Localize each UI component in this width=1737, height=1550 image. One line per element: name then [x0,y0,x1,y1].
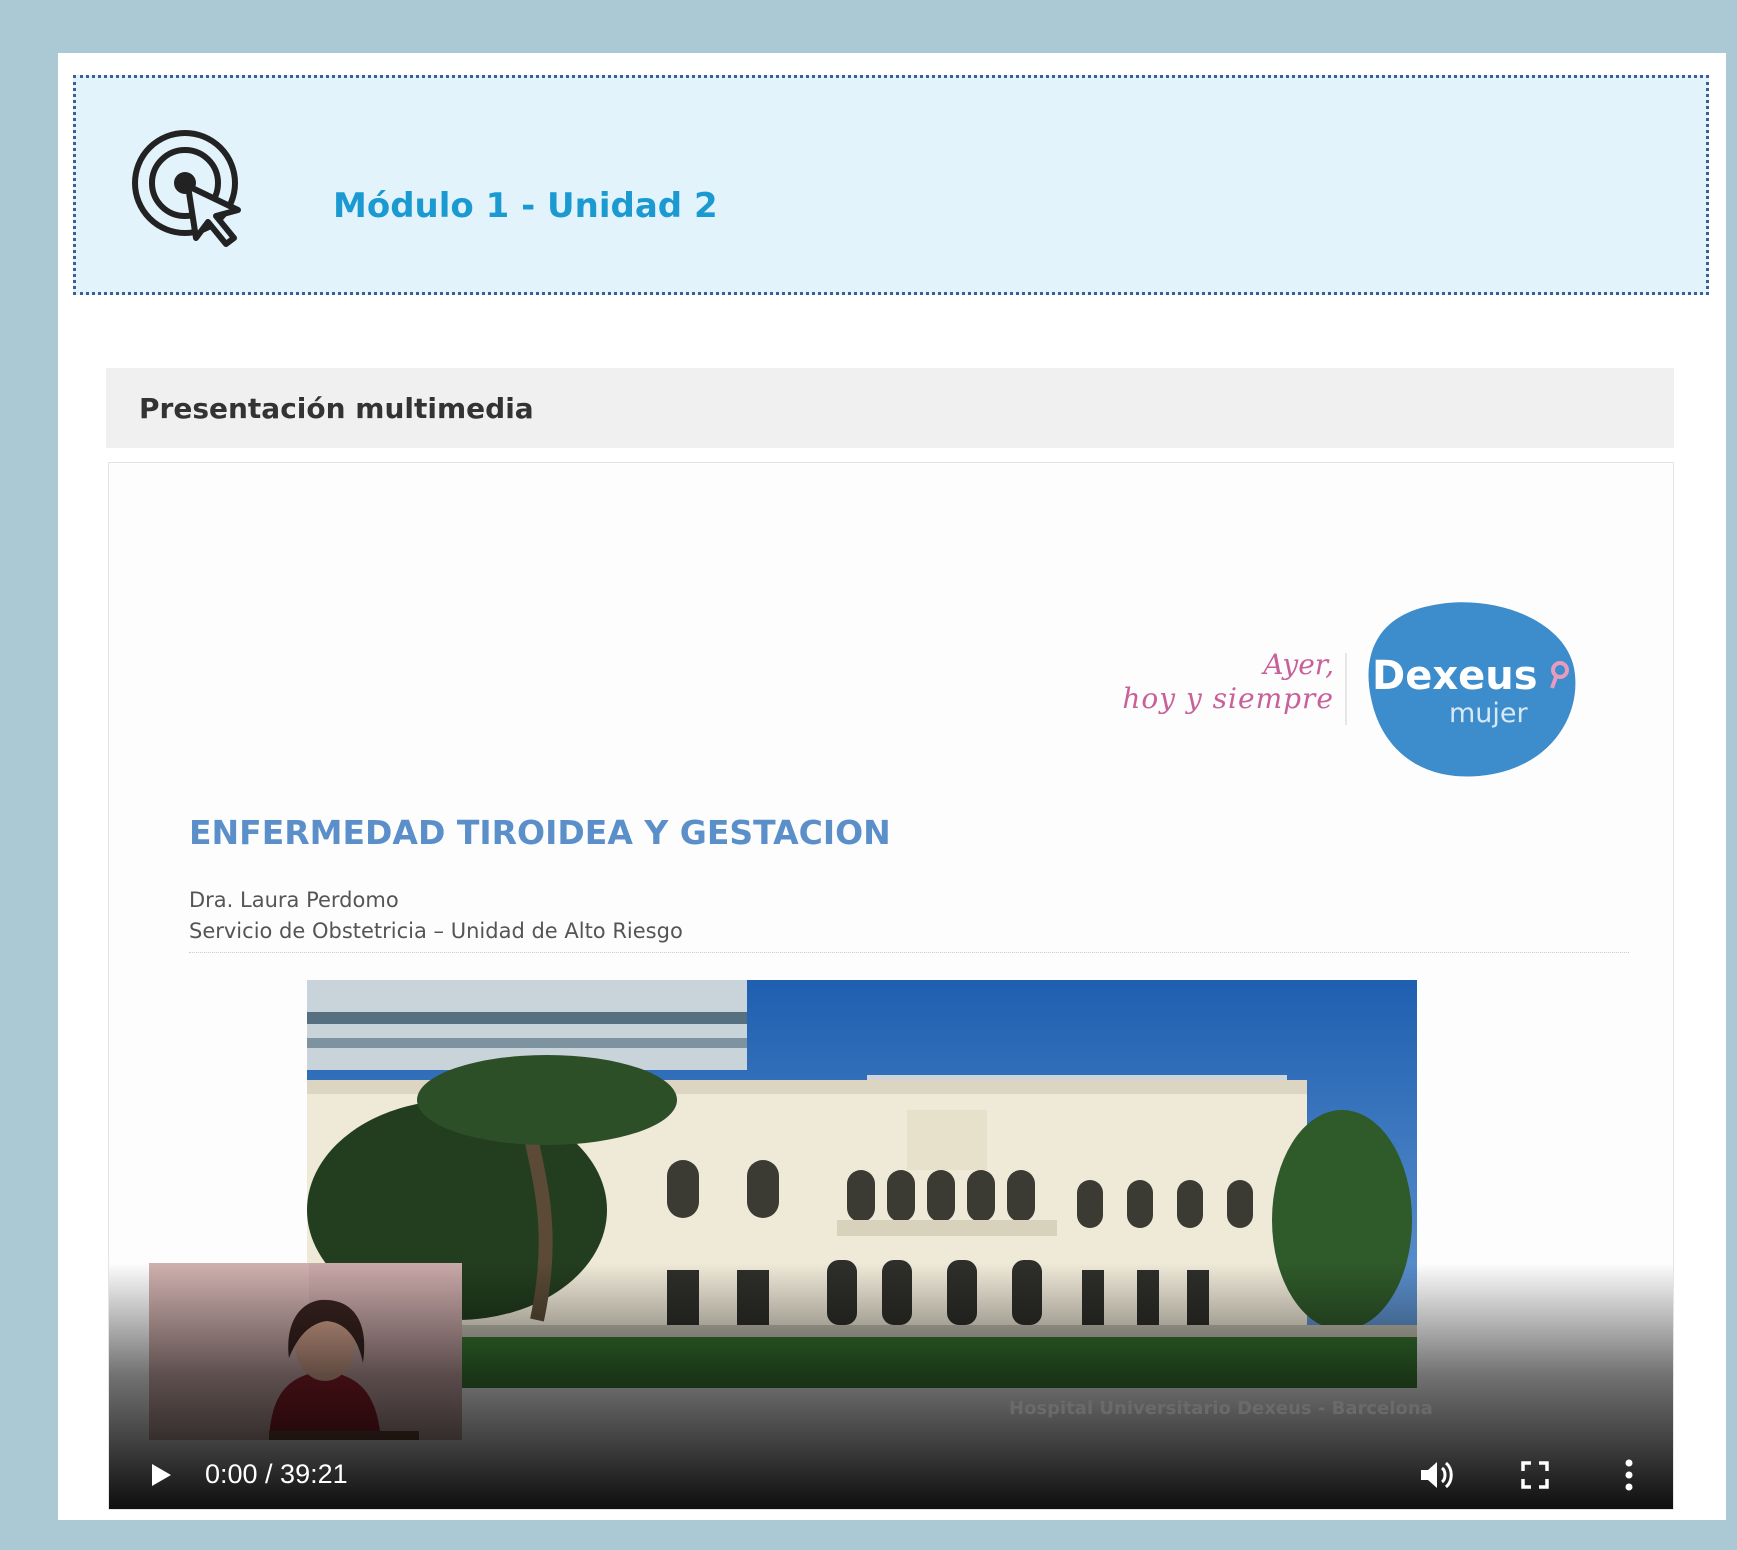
playback-time: 0:00 / 39:21 [205,1459,348,1489]
video-player[interactable]: Ayer, hoy y siempre Dexeus mujer ENFERME… [108,462,1674,1510]
fullscreen-icon[interactable] [1521,1461,1549,1489]
slide-title: ENFERMEDAD TIROIDEA Y GESTACION [189,813,891,852]
section-title: Presentación multimedia [139,392,534,425]
content-card: Módulo 1 - Unidad 2 Presentación multime… [58,53,1726,1520]
volume-icon[interactable] [1419,1458,1455,1492]
slogan-line-2: hoy y siempre [1122,682,1334,715]
unit-header: Módulo 1 - Unidad 2 [73,75,1709,295]
slide-divider [189,952,1629,953]
slogan-line-1: Ayer, [1263,648,1334,681]
page-title: Módulo 1 - Unidad 2 [333,186,718,226]
slide-slogan: Ayer, hoy y siempre [1109,648,1334,716]
play-icon[interactable] [149,1463,173,1487]
logo-divider [1345,653,1347,725]
section-header: Presentación multimedia [106,368,1674,448]
slide-department: Servicio de Obstetricia – Unidad de Alto… [189,919,683,943]
photo-caption: Hospital Universitario Dexeus - Barcelon… [1009,1398,1433,1419]
logo-brand-text: Dexeus [1372,653,1538,699]
target-cursor-icon [132,130,241,247]
more-vertical-icon[interactable] [1624,1459,1634,1491]
slide-author: Dra. Laura Perdomo [189,888,399,912]
logo-sub-text: mujer [1449,698,1528,729]
